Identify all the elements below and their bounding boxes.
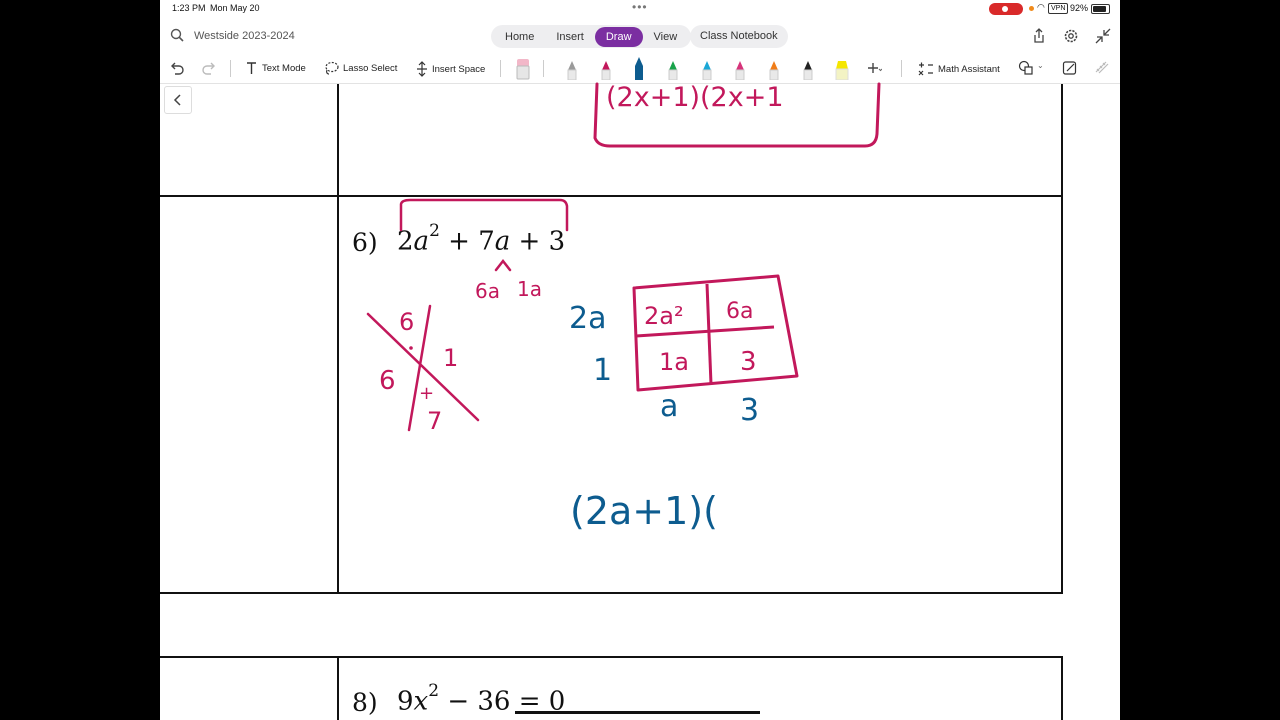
ink-cell-3: 3 (740, 347, 757, 377)
divider (230, 60, 231, 77)
draw-toolbar: Text Mode Lasso Select Insert Space Math… (160, 55, 1120, 84)
pen-black-icon[interactable] (802, 60, 814, 80)
tab-home[interactable]: Home (494, 27, 545, 47)
ink-col1-label: a (660, 389, 678, 424)
pen-green-icon[interactable] (667, 60, 679, 80)
ink-layer: (2x+1)(2x+1 6a 1a 6 6 1 + 7 2a² 6a 1a 3 (366, 82, 881, 533)
math-assistant-button[interactable]: Math Assistant (918, 61, 1000, 77)
insert-space-button[interactable]: Insert Space (416, 61, 485, 77)
ink-cell-6a: 6a (726, 299, 753, 324)
wifi-icon: ◠ (1037, 2, 1045, 12)
math-assistant-label: Math Assistant (938, 63, 1000, 75)
eraser-icon[interactable] (516, 58, 530, 80)
insert-space-icon (417, 61, 427, 77)
ink-answer-partial: (2a+1)( (570, 489, 718, 533)
pen-cyan-icon[interactable] (701, 60, 713, 80)
pen-magenta-icon[interactable] (600, 60, 612, 80)
ink-x-right: 1 (443, 344, 458, 372)
text-mode-label: Text Mode (262, 62, 306, 74)
ruler-icon[interactable] (1094, 60, 1110, 76)
share-icon[interactable] (1031, 28, 1047, 44)
status-time: 1:23 PM (172, 3, 206, 13)
status-bar: 1:23 PM Mon May 20 ••• ◠ VPN 92% (160, 0, 1120, 18)
multitasking-dots-icon[interactable]: ••• (632, 0, 648, 14)
tab-draw[interactable]: Draw (594, 26, 643, 47)
mic-indicator-icon (1029, 6, 1034, 11)
battery-icon (1091, 4, 1110, 14)
shapes-icon[interactable] (1018, 60, 1034, 76)
collapse-arrows-icon[interactable] (1095, 28, 1111, 44)
lasso-select-label: Lasso Select (343, 62, 398, 74)
note-page[interactable]: 6) 2a2 + 7a + 3 8) 9x2 − 36 = 0 (2x+1)(2… (160, 82, 1120, 720)
lasso-select-button[interactable]: Lasso Select (324, 61, 397, 75)
ink-split-left: 6a (475, 279, 500, 303)
pencil-gray-icon[interactable] (566, 60, 578, 80)
ribbon-tabs: Home Insert Draw View (491, 25, 692, 48)
insert-space-label: Insert Space (432, 63, 486, 75)
ink-col2-label: 3 (740, 393, 759, 428)
ink-bracket-over-terms (399, 198, 569, 232)
redo-icon[interactable] (201, 60, 217, 76)
ink-plus-sign: + (419, 383, 434, 404)
status-date: Mon May 20 (210, 3, 260, 13)
highlighter-yellow-icon[interactable] (834, 60, 850, 80)
ink-top-answer: (2x+1)(2x+1 (606, 82, 784, 113)
add-pen-icon[interactable] (866, 61, 882, 77)
text-cursor-icon (247, 62, 256, 74)
battery-percent: 92% (1070, 3, 1089, 13)
lasso-icon (325, 61, 339, 75)
pen-pink-icon[interactable] (734, 60, 746, 80)
divider (543, 60, 544, 77)
divider (500, 60, 501, 77)
notebook-title[interactable]: Westside 2023-2024 (194, 30, 295, 42)
ink-split-right: 1a (517, 277, 542, 301)
vpn-badge: VPN (1048, 3, 1069, 14)
pen-blue-selected-icon[interactable] (633, 56, 645, 80)
class-notebook-button[interactable]: Class Notebook (690, 25, 788, 48)
ink-x-bottom: 7 (427, 407, 442, 435)
onenote-app: 1:23 PM Mon May 20 ••• ◠ VPN 92% Westsid… (160, 0, 1120, 720)
ink-x-top: 6 (399, 308, 414, 336)
pen-orange-icon[interactable] (768, 60, 780, 80)
title-bar: Westside 2023-2024 Home Insert Draw View… (160, 22, 1120, 52)
screen-recording-icon[interactable] (989, 3, 1023, 15)
text-mode-button[interactable]: Text Mode (245, 61, 306, 75)
ink-x-left: 6 (379, 366, 396, 396)
ink-to-text-icon[interactable] (1062, 60, 1078, 76)
ink-cell-2a2: 2a² (644, 302, 684, 330)
ink-caret (494, 258, 512, 272)
tab-view[interactable]: View (643, 27, 689, 47)
tab-insert[interactable]: Insert (545, 27, 595, 47)
divider (901, 60, 902, 77)
ink-row2-label: 1 (593, 353, 612, 388)
undo-icon[interactable] (169, 60, 185, 76)
shapes-chevron-icon[interactable]: ⌄ (1037, 61, 1044, 70)
settings-gear-icon[interactable] (1063, 28, 1079, 44)
ink-row1-label: 2a (569, 301, 606, 336)
ink-cell-1a: 1a (659, 348, 689, 376)
ink-multiply-dot (409, 346, 413, 350)
ink-area-box-vdivider (705, 283, 713, 385)
search-icon[interactable] (170, 28, 184, 42)
math-assistant-icon (918, 62, 933, 76)
